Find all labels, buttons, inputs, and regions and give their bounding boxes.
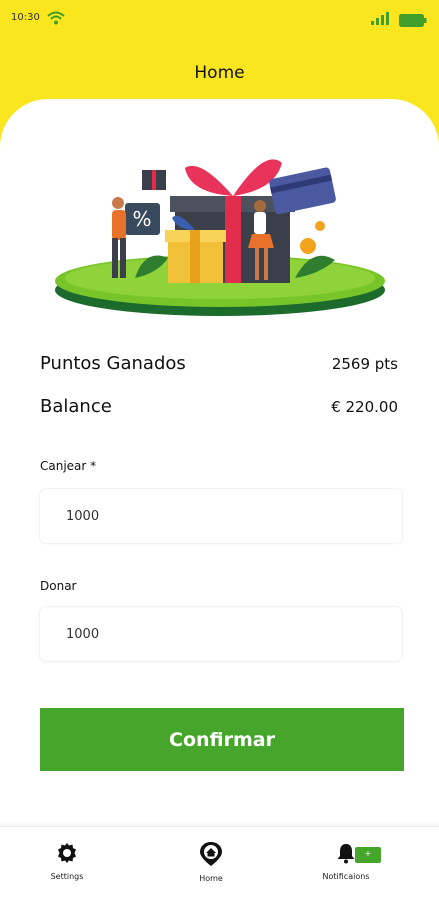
points-row: Puntos Ganados 2569 pts: [40, 353, 398, 374]
notification-badge: +: [355, 847, 381, 863]
donar-field-box: [40, 607, 402, 661]
status-time: 10:30: [11, 12, 40, 23]
signal-icon: [371, 10, 391, 29]
nav-home[interactable]: Home: [166, 841, 256, 883]
confirm-button[interactable]: Confirmar: [40, 708, 404, 771]
canjear-label: Canjear *: [40, 459, 97, 473]
balance-label: Balance: [40, 396, 112, 417]
balance-value: € 220.00: [331, 397, 398, 416]
gear-icon: [55, 843, 79, 869]
canjear-field-box: [40, 489, 402, 543]
nav-notifications-label: Notificaions: [322, 872, 370, 881]
nav-home-label: Home: [199, 874, 223, 883]
nav-settings-label: Settings: [50, 872, 84, 881]
battery-icon: [399, 12, 427, 31]
points-value: 2569 pts: [331, 354, 398, 373]
wifi-icon: [47, 10, 65, 29]
balance-row: Balance € 220.00: [40, 396, 398, 417]
donar-input[interactable]: [40, 607, 402, 661]
canjear-input[interactable]: [40, 489, 402, 543]
donar-label: Donar: [40, 579, 77, 593]
points-label: Puntos Ganados: [40, 353, 186, 374]
rewards-illustration: %: [55, 159, 385, 316]
nav-notifications[interactable]: + Notificaions: [301, 841, 391, 881]
home-pin-icon: [199, 842, 223, 871]
bottom-nav: Settings Home + Notificaions: [0, 826, 439, 901]
svg-text:%: %: [132, 207, 151, 231]
page-title: Home: [194, 63, 245, 83]
status-bar: 10:30: [0, 0, 439, 38]
nav-settings[interactable]: Settings: [22, 841, 112, 881]
